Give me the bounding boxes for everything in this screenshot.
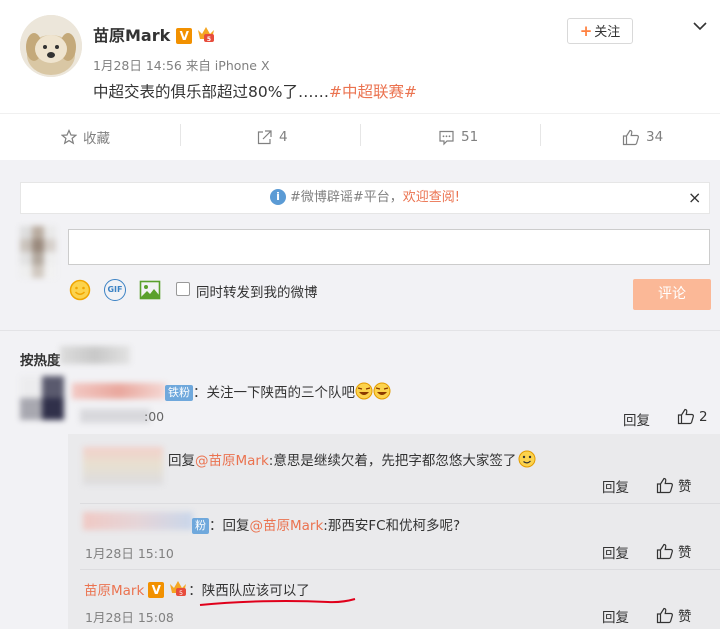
svg-text:5: 5	[207, 36, 211, 43]
divider	[80, 503, 720, 504]
commenter-avatar[interactable]	[20, 376, 64, 420]
submit-comment-button[interactable]: 评论	[633, 279, 711, 310]
reply-prefix: 回复	[168, 453, 195, 469]
notice-link[interactable]: 欢迎查阅!	[403, 190, 460, 205]
thumbs-up-icon	[656, 543, 673, 559]
reply-like-button[interactable]: 赞	[656, 605, 692, 625]
blurred-username	[72, 383, 166, 399]
info-icon: i	[269, 189, 286, 205]
reply-button[interactable]: 回复	[623, 409, 650, 429]
sort-label[interactable]: 按热度	[20, 349, 61, 369]
user-avatar[interactable]	[20, 226, 56, 278]
divider	[0, 113, 720, 114]
comment-count: 51	[461, 129, 479, 145]
laughing-emoji-icon	[355, 382, 391, 404]
emoji-icon[interactable]	[69, 279, 91, 301]
reply-text: :意思是继续欠着，先把字都忽悠大家签了	[268, 453, 517, 469]
comment-time: :00	[144, 409, 165, 424]
like-label: 赞	[678, 609, 692, 625]
blurred-username	[83, 447, 163, 485]
divider	[80, 569, 720, 570]
reply-body: 回复@苗原Mark:意思是继续欠着，先把字都忽悠大家签了	[168, 449, 536, 472]
red-underline-annotation	[199, 598, 356, 606]
vip-crown-icon: 5	[198, 27, 215, 43]
blurred-text	[60, 346, 130, 364]
reply-like-button[interactable]: 赞	[656, 541, 692, 561]
divider	[0, 330, 720, 331]
author-name[interactable]: 苗原Mark	[93, 26, 170, 45]
comment-like-button[interactable]: 2	[677, 408, 708, 425]
notice-text: #微博辟谣#平台，	[289, 190, 403, 205]
gif-icon[interactable]: GIF	[104, 279, 126, 301]
plus-icon: +	[579, 22, 593, 40]
mention-link[interactable]: @苗原Mark	[250, 518, 324, 534]
verified-badge-icon: V	[148, 582, 165, 598]
sync-checkbox[interactable]	[176, 282, 190, 296]
comment-input[interactable]	[68, 229, 710, 265]
blurred-username	[83, 512, 193, 530]
share-icon	[257, 129, 272, 144]
mention-link[interactable]: @苗原Mark	[195, 453, 269, 469]
like-button[interactable]: 34	[622, 127, 663, 147]
hashtag-link[interactable]: #中超联赛#	[329, 83, 417, 101]
sync-label: 同时转发到我的微博	[196, 285, 318, 301]
reply-time: 1月28日 15:10	[85, 546, 174, 561]
blurred-time	[80, 409, 150, 423]
divider	[540, 124, 541, 146]
collect-label: 收藏	[83, 131, 110, 147]
thumbs-up-icon	[622, 129, 639, 145]
like-count: 34	[646, 129, 664, 145]
reply-button[interactable]: 回复	[602, 476, 629, 496]
thumbs-up-icon	[656, 477, 673, 493]
reply-button[interactable]: 回复	[602, 606, 629, 626]
collect-button[interactable]: 收藏	[61, 127, 110, 147]
post-text: 中超交表的俱乐部超过80%了……	[93, 83, 329, 101]
reply-prefix: ：回复	[209, 518, 250, 534]
comment-like-count: 2	[699, 408, 708, 425]
comment-icon	[439, 130, 454, 145]
image-icon[interactable]	[139, 279, 161, 301]
star-icon	[61, 129, 77, 145]
comment-body: 铁粉 ：关注一下陕西的三个队吧	[165, 381, 391, 404]
like-label: 赞	[678, 479, 692, 495]
like-label: 赞	[678, 545, 692, 561]
close-icon[interactable]: ×	[688, 188, 701, 207]
smirk-emoji-icon	[518, 450, 536, 472]
fan-badge: 铁粉	[165, 385, 193, 401]
rumor-notice-bar[interactable]: i #微博辟谣#平台，欢迎查阅!	[20, 182, 710, 214]
fan-badge: 粉	[192, 518, 209, 534]
post-content: 中超交表的俱乐部超过80%了……#中超联赛#	[93, 80, 417, 102]
follow-button[interactable]: + 关注	[567, 18, 633, 44]
reply-button[interactable]: 回复	[602, 542, 629, 562]
reply-like-button[interactable]: 赞	[656, 475, 692, 495]
post-meta: 1月28日 14:56 来自 iPhone X	[93, 58, 270, 73]
divider	[360, 124, 361, 146]
comment-text: ：关注一下陕西的三个队吧	[193, 385, 355, 401]
author-avatar[interactable]	[20, 15, 82, 77]
reply-text: :那西安FC和优柯多呢?	[323, 518, 461, 534]
verified-badge-icon: V	[176, 28, 193, 44]
author-link[interactable]: 苗原Mark	[84, 583, 144, 599]
follow-label: 关注	[594, 25, 621, 40]
comment-button[interactable]: 51	[438, 127, 478, 147]
chevron-down-icon[interactable]	[692, 18, 708, 34]
repost-button[interactable]: 4	[256, 127, 288, 147]
post-author[interactable]: 苗原Mark V 5	[93, 22, 216, 46]
reply-time: 1月28日 15:08	[85, 610, 174, 625]
repost-count: 4	[279, 129, 288, 145]
thumbs-up-icon	[656, 607, 673, 623]
vip-crown-icon: 5	[170, 581, 187, 597]
thumbs-up-icon	[677, 408, 694, 425]
svg-text:5: 5	[179, 590, 183, 597]
reply-body: 粉：回复@苗原Mark:那西安FC和优柯多呢?	[192, 514, 460, 534]
divider	[180, 124, 181, 146]
